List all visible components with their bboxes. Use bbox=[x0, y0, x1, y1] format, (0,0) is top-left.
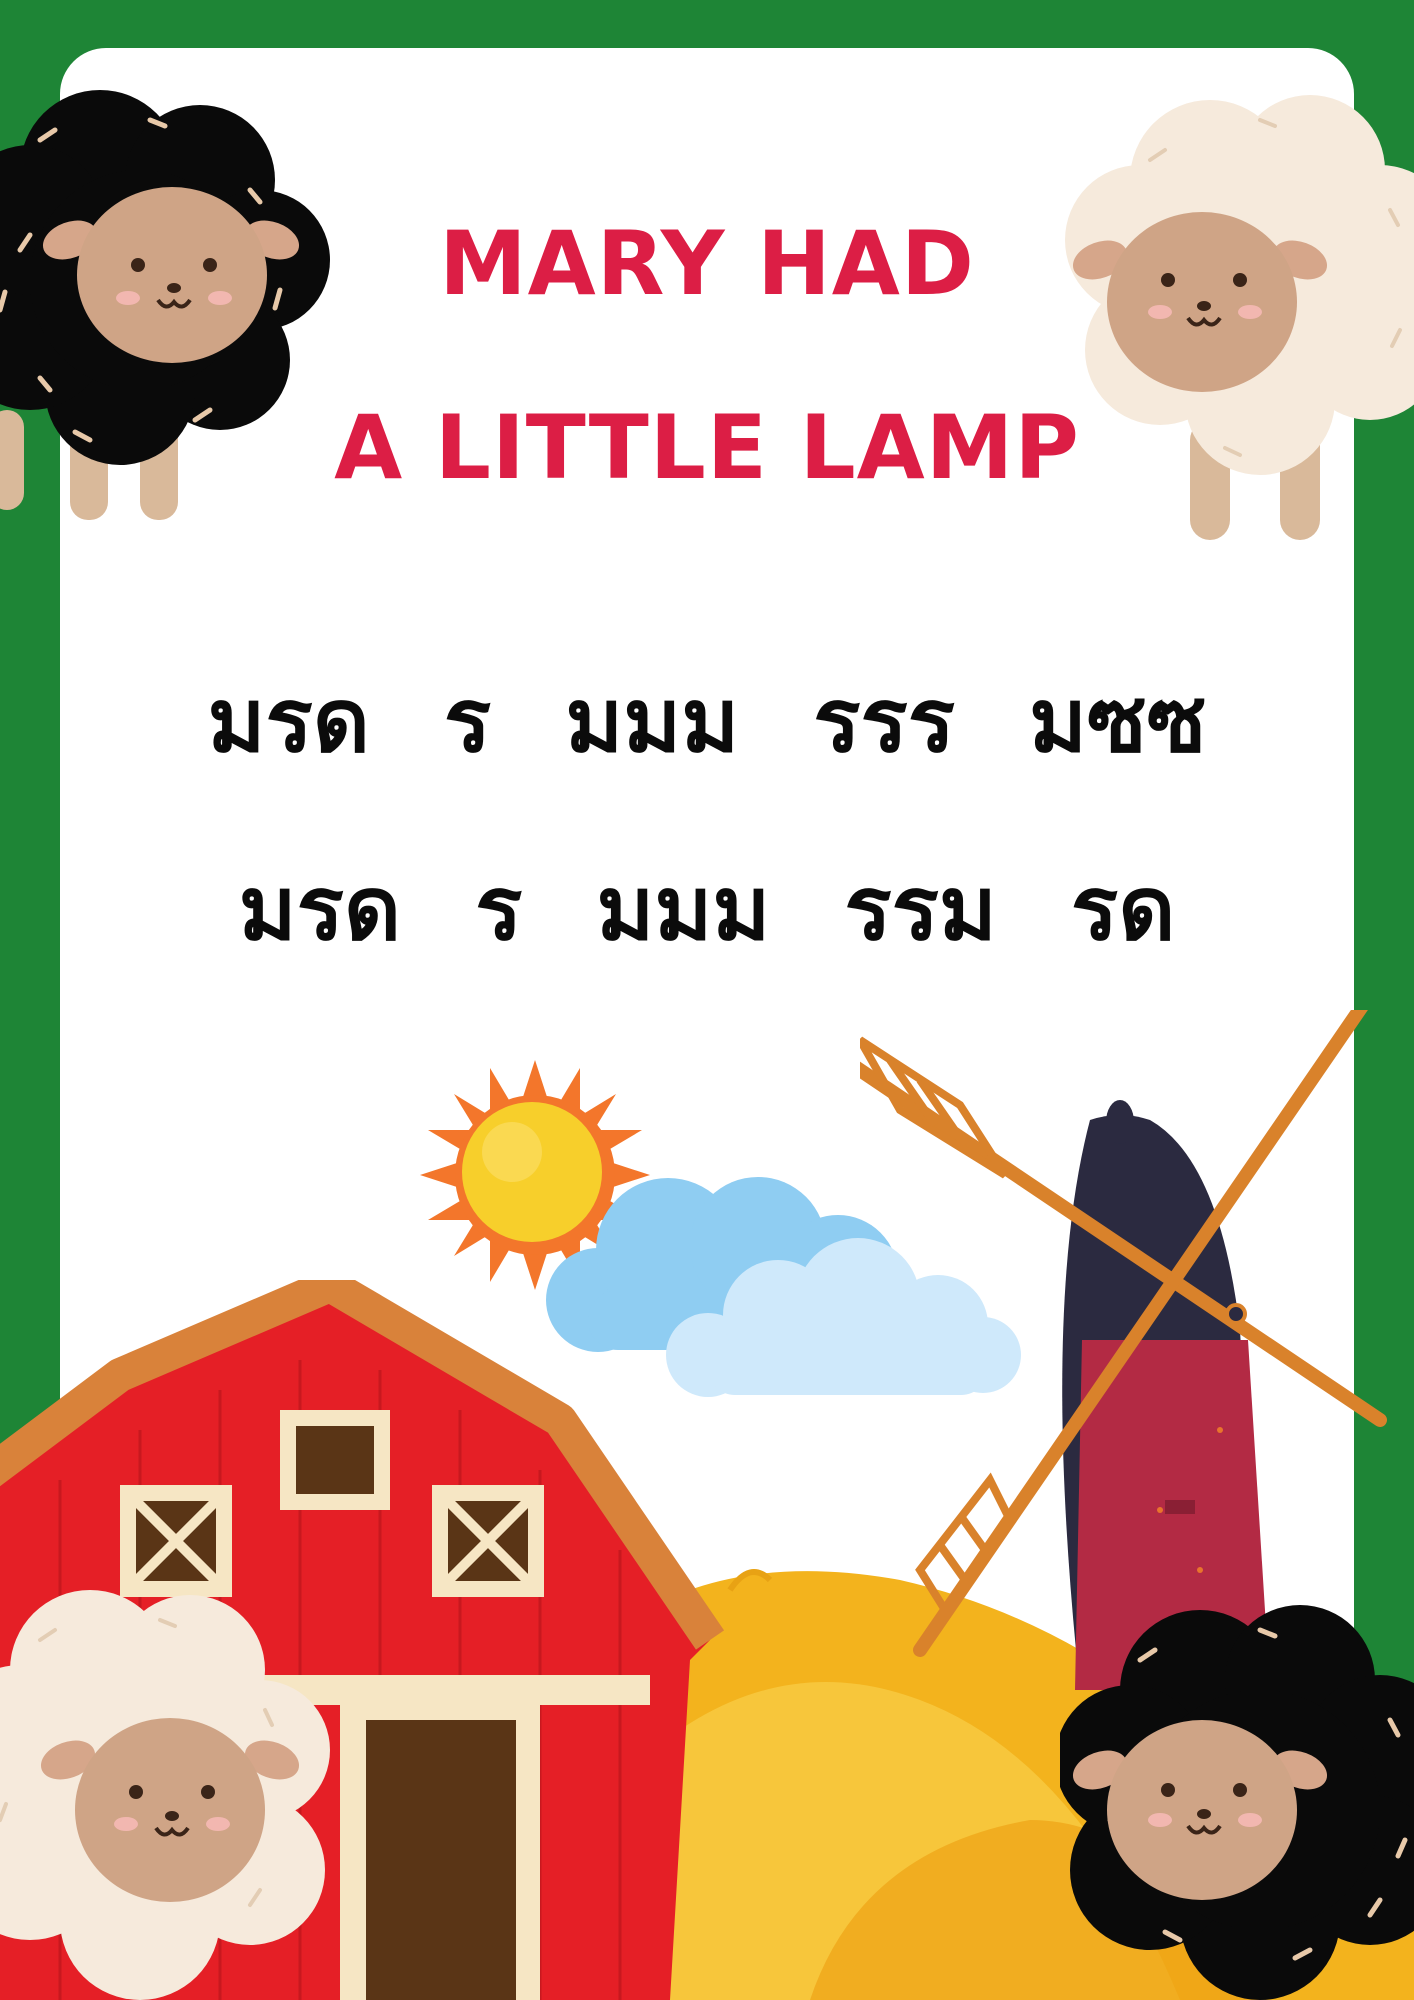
notes-row-2: มรด ร มมม รรม รด bbox=[0, 838, 1414, 978]
notes-row-1: มรด ร มมม รรร มซซ bbox=[0, 650, 1414, 790]
note-group: มมม bbox=[565, 669, 740, 772]
sheep-black-icon bbox=[1060, 1605, 1414, 2000]
note-group: มซซ bbox=[1029, 669, 1207, 772]
note-group: ร bbox=[475, 857, 523, 960]
title-line-1: MARY HAD bbox=[439, 212, 975, 315]
sheep-cream-icon bbox=[0, 1590, 330, 2000]
poster: MARY HAD A LITTLE LAMP มรด ร มมม รรร มซซ… bbox=[0, 0, 1414, 2000]
note-group: มมม bbox=[596, 857, 771, 960]
note-group: รรร bbox=[813, 669, 956, 772]
note-group: มรด bbox=[207, 669, 370, 772]
note-group: รรม bbox=[844, 857, 997, 960]
note-group: รด bbox=[1070, 857, 1176, 960]
title-line-2: A LITTLE LAMP bbox=[334, 396, 1080, 499]
note-group: ร bbox=[443, 669, 492, 772]
note-group: มรด bbox=[238, 857, 402, 960]
